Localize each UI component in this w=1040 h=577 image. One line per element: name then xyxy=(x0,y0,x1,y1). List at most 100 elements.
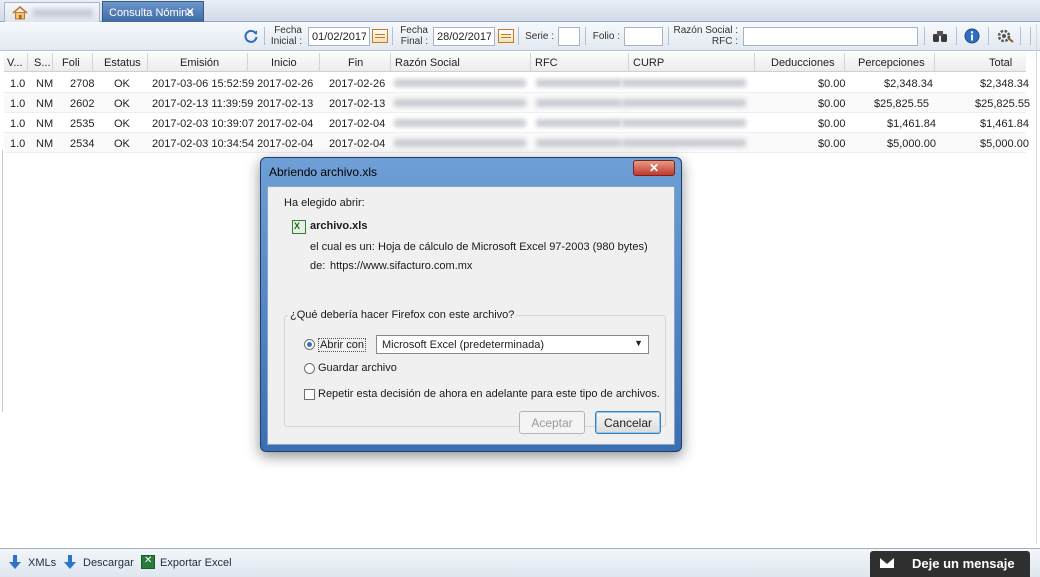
cell-estatus: OK xyxy=(114,98,130,110)
grid-left-border xyxy=(2,150,3,412)
cell-percepciones: $5,000.00 xyxy=(887,138,936,150)
refresh-icon[interactable] xyxy=(243,28,259,44)
cell-version: 1.0 xyxy=(10,138,26,150)
column-header[interactable]: Foli xyxy=(53,53,93,72)
open-with-radio[interactable] xyxy=(304,339,315,350)
cell-fin: 2017-02-26 xyxy=(329,78,386,90)
cell-rfc-redacted xyxy=(536,79,622,87)
cell-version: 1.0 xyxy=(10,78,26,90)
exportar-excel-button[interactable]: Exportar Excel xyxy=(160,557,232,569)
remember-decision-label[interactable]: Repetir esta decisión de ahora en adelan… xyxy=(318,388,660,400)
column-header[interactable]: Fin xyxy=(320,53,391,72)
toolbar-separator xyxy=(585,27,586,45)
cell-serie: NM xyxy=(36,118,54,130)
cell-razon-social-redacted xyxy=(394,139,526,147)
column-header[interactable]: Total xyxy=(935,53,1026,72)
column-header[interactable]: Razón Social xyxy=(391,53,531,72)
table-header: V... S... Foli Estatus Emisión Inicio Fi… xyxy=(4,53,1026,72)
cell-emision: 2017-02-03 10:39:07 xyxy=(152,118,255,130)
tab-close-icon[interactable]: ✕ xyxy=(185,5,195,19)
toolbar-separator xyxy=(518,27,519,45)
info-icon[interactable] xyxy=(964,28,980,44)
cell-inicio: 2017-02-04 xyxy=(257,118,314,130)
app-window: Consulta Nómina ✕ Fecha Inicial : Fecha … xyxy=(0,0,1040,577)
column-header[interactable]: CURP xyxy=(629,53,755,72)
calendar-icon[interactable] xyxy=(498,29,514,43)
fecha-final-input[interactable] xyxy=(433,27,495,46)
save-file-radio[interactable] xyxy=(304,363,315,374)
dialog-question: ¿Qué debería hacer Firefox con este arch… xyxy=(288,309,517,321)
cell-version: 1.0 xyxy=(10,98,26,110)
folio-input[interactable] xyxy=(624,27,663,46)
cell-rfc-redacted xyxy=(536,119,622,127)
open-file-dialog: Abriendo archivo.xls ✕ Ha elegido abrir:… xyxy=(260,157,682,452)
cell-deducciones: $0.00 xyxy=(818,78,846,90)
xmls-button[interactable]: XMLs xyxy=(28,557,56,569)
cell-razon-social-redacted xyxy=(394,119,526,127)
dialog-close-button[interactable]: ✕ xyxy=(633,160,675,176)
column-header[interactable]: Emisión xyxy=(148,53,248,72)
cell-estatus: OK xyxy=(114,118,130,130)
column-header[interactable]: Deducciones xyxy=(755,53,845,72)
toolbar-separator xyxy=(668,27,669,45)
tab-home[interactable] xyxy=(4,2,100,22)
descargar-button[interactable]: Descargar xyxy=(83,557,134,569)
cell-version: 1.0 xyxy=(10,118,26,130)
leave-message-label: Deje un mensaje xyxy=(912,556,1015,571)
table-row[interactable]: 1.0 NM 2602 OK 2017-02-13 11:39:59 2017-… xyxy=(4,93,1030,113)
serie-input[interactable] xyxy=(558,27,580,46)
calendar-icon[interactable] xyxy=(372,29,388,43)
tab-home-label-blurred xyxy=(33,9,93,17)
cell-estatus: OK xyxy=(114,78,130,90)
grid-right-border xyxy=(1036,24,1037,544)
column-header[interactable]: Estatus xyxy=(93,53,148,72)
column-header[interactable]: RFC xyxy=(531,53,629,72)
fecha-inicial-label-line1: Fecha xyxy=(274,25,302,36)
column-header[interactable]: V... xyxy=(4,53,28,72)
binoculars-icon[interactable] xyxy=(932,29,948,43)
cell-emision: 2017-02-13 11:39:59 xyxy=(152,98,254,110)
cell-percepciones: $2,348.34 xyxy=(884,78,933,90)
table-row[interactable]: 1.0 NM 2535 OK 2017-02-03 10:39:07 2017-… xyxy=(4,113,1029,133)
cancel-button[interactable]: Cancelar xyxy=(595,411,661,434)
accept-button[interactable]: Aceptar xyxy=(519,411,585,434)
cell-curp-redacted xyxy=(622,99,746,107)
cell-curp-redacted xyxy=(622,139,746,147)
cell-curp-redacted xyxy=(622,79,746,87)
dialog-type-label: el cual es un: xyxy=(310,241,375,253)
filter-toolbar: Fecha Inicial : Fecha Final : Serie : Fo… xyxy=(0,22,1040,51)
toolbar-separator xyxy=(956,27,957,45)
toolbar-separator xyxy=(988,27,989,45)
cell-serie: NM xyxy=(36,78,54,90)
table-row[interactable]: 1.0 NM 2534 OK 2017-02-03 10:34:54 2017-… xyxy=(4,133,1029,153)
tab-consulta-nomina-label: Consulta Nómina xyxy=(109,7,194,19)
settings-icon[interactable] xyxy=(996,28,1014,44)
column-header[interactable]: Inicio xyxy=(248,53,320,72)
open-with-label[interactable]: Abrir con xyxy=(318,338,367,352)
table-row[interactable]: 1.0 NM 2708 OK 2017-03-06 15:52:59 2017-… xyxy=(4,73,1029,93)
fecha-final-label: Fecha Final : xyxy=(394,25,428,47)
cell-emision: 2017-03-06 15:52:59 xyxy=(152,78,255,90)
column-header[interactable]: S... xyxy=(28,53,53,72)
open-with-select[interactable]: Microsoft Excel (predeterminada) ▼ xyxy=(376,335,649,354)
save-file-label[interactable]: Guardar archivo xyxy=(318,362,397,374)
remember-decision-checkbox[interactable] xyxy=(304,389,315,400)
column-header[interactable]: Percepciones xyxy=(845,53,935,72)
dialog-intro: Ha elegido abrir: xyxy=(284,197,365,209)
leave-message-button[interactable]: Deje un mensaje xyxy=(870,551,1030,577)
dialog-from-label: de: xyxy=(310,260,326,272)
tab-consulta-nomina[interactable]: Consulta Nómina ✕ xyxy=(102,1,204,22)
fecha-inicial-input[interactable] xyxy=(308,27,370,46)
razon-social-input[interactable] xyxy=(743,27,918,46)
toolbar-separator xyxy=(1020,27,1021,45)
dialog-type-value: Hoja de cálculo de Microsoft Excel 97-20… xyxy=(378,241,648,253)
cell-folio: 2602 xyxy=(70,98,95,110)
toolbar-separator xyxy=(392,27,393,45)
cell-folio: 2534 xyxy=(70,138,95,150)
razon-social-label: Razón Social : RFC : xyxy=(670,25,738,47)
cell-fin: 2017-02-13 xyxy=(329,98,386,110)
cell-estatus: OK xyxy=(114,138,130,150)
razon-social-label-line2: RFC : xyxy=(711,36,738,47)
cell-fin: 2017-02-04 xyxy=(329,138,386,150)
chevron-down-icon: ▼ xyxy=(634,338,643,348)
